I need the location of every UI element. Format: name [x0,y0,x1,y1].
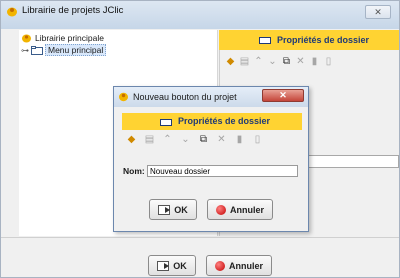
panel-name-field[interactable] [301,155,399,168]
bottom-divider [1,237,399,238]
dialog-section-title: Propriétés de dossier [178,116,271,126]
main-window: Librairie de projets JClic ✕ Librairie p… [0,0,400,278]
cancel-button[interactable]: Annuler [206,255,272,276]
ok-icon [158,204,171,215]
ok-button[interactable]: OK [148,255,196,276]
cut-icon[interactable]: ✕ [295,56,306,67]
edit-icon[interactable]: ▤ [144,134,155,145]
edit-icon[interactable]: ▤ [239,56,250,67]
jclic-app-icon [7,7,17,17]
down-arrow-icon[interactable]: ⌄ [180,134,191,145]
add-folder-icon[interactable]: ◆ [225,56,236,67]
cancel-icon [214,260,225,271]
dialog-close-button[interactable]: ✕ [262,89,304,102]
dialog-properties-header: Propriétés de dossier [122,113,302,130]
tree-child-label: Menu principal [45,44,107,56]
cancel-icon [215,204,226,215]
library-icon [22,34,31,43]
name-label: Nom: [123,166,145,176]
tree-child-item[interactable]: ⊶ Menu principal [21,44,107,56]
delete-icon[interactable]: ▮ [234,134,245,145]
ok-label: OK [173,260,187,271]
ok-icon [157,260,170,271]
folder-icon [31,45,43,55]
title-bar: Librairie de projets JClic ✕ [1,1,399,29]
dialog-cancel-button[interactable]: Annuler [207,199,273,220]
folder-icon [259,37,271,44]
tree-root-item[interactable]: Librairie principale [21,32,104,44]
tree-root-label: Librairie principale [35,33,104,43]
name-field[interactable] [147,165,298,177]
cancel-label: Annuler [228,260,263,271]
tree-expander-icon[interactable]: ⊶ [21,46,29,55]
dialog-title: Nouveau bouton du projet [133,92,237,102]
add-folder-icon[interactable]: ◆ [126,134,137,145]
cut-icon[interactable]: ✕ [216,134,227,145]
dialog-ok-button[interactable]: OK [149,199,197,220]
dialog-ok-label: OK [174,204,188,215]
dialog-cancel-label: Annuler [229,204,264,215]
folder-icon [160,119,172,126]
properties-header: Propriétés de dossier [219,30,399,50]
properties-title: Propriétés de dossier [277,35,370,45]
up-arrow-icon[interactable]: ⌃ [162,134,173,145]
new-button-dialog: Nouveau bouton du projet ✕ Propriétés de… [113,86,309,232]
delete-icon[interactable]: ▮ [309,56,320,67]
up-arrow-icon[interactable]: ⌃ [253,56,264,67]
close-button[interactable]: ✕ [365,5,391,19]
copy-icon[interactable]: ⧉ [281,56,292,67]
copy-icon[interactable]: ⧉ [198,134,209,145]
trash-icon[interactable]: ▯ [252,134,263,145]
window-title: Librairie de projets JClic [22,5,124,16]
down-arrow-icon[interactable]: ⌄ [267,56,278,67]
dialog-title-bar: Nouveau bouton du projet ✕ [114,87,308,107]
jclic-app-icon [119,92,128,102]
trash-icon[interactable]: ▯ [323,56,334,67]
